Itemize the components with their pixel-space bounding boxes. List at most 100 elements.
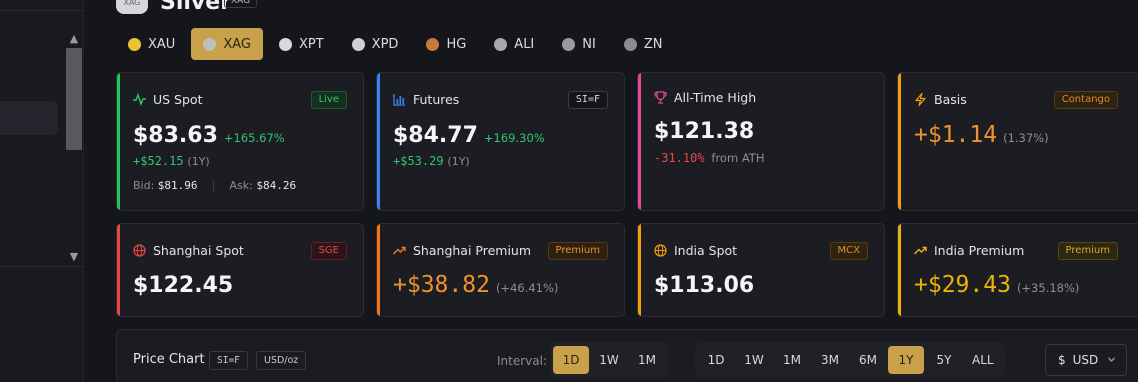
card-title: All-Time High bbox=[674, 90, 757, 105]
range-5y-button[interactable]: 5Y bbox=[926, 346, 962, 374]
range-1y-button[interactable]: 1Y bbox=[888, 346, 924, 374]
card-header: India Premium bbox=[914, 243, 1024, 258]
coin-icon bbox=[562, 37, 576, 51]
card-futures: Futures SI=F $84.77 +169.30% +$53.29 (1Y) bbox=[376, 72, 625, 211]
range-3m-button[interactable]: 3M bbox=[812, 346, 848, 374]
percent-change: +165.67% bbox=[223, 131, 285, 145]
period: (1Y) bbox=[187, 155, 210, 168]
price-value: +$29.43 (+35.18%) bbox=[914, 272, 1079, 298]
range-6m-button[interactable]: 6M bbox=[850, 346, 886, 374]
card-accent bbox=[377, 224, 380, 316]
change-line: +$53.29 (1Y) bbox=[393, 154, 470, 168]
coin-icon bbox=[203, 37, 217, 51]
symbol-badge: XAG bbox=[224, 0, 258, 8]
card-india-spot: India Spot MCX $113.06 bbox=[637, 223, 885, 317]
scroll-up-arrow-icon[interactable]: ▲ bbox=[67, 32, 81, 46]
bar-chart-icon bbox=[393, 93, 406, 106]
interval-label: Interval: bbox=[497, 354, 547, 368]
price: $83.63 bbox=[133, 123, 218, 148]
range-1w-button[interactable]: 1W bbox=[736, 346, 772, 374]
percent-change: (+46.41%) bbox=[495, 281, 559, 295]
tab-ali[interactable]: ALI bbox=[482, 28, 546, 60]
card-accent bbox=[377, 73, 380, 210]
scroll-down-arrow-icon[interactable]: ▼ bbox=[67, 250, 81, 264]
card-us-spot: US Spot Live $83.63 +165.67% +$52.15 (1Y)… bbox=[116, 72, 364, 211]
period: (1Y) bbox=[447, 155, 470, 168]
tab-hg[interactable]: HG bbox=[414, 28, 478, 60]
abs-change: +$52.15 bbox=[133, 154, 184, 168]
tab-xpd[interactable]: XPD bbox=[340, 28, 411, 60]
range-1d-button[interactable]: 1D bbox=[698, 346, 734, 374]
price-value: $83.63 +165.67% bbox=[133, 123, 285, 148]
price: +$1.14 bbox=[914, 122, 998, 148]
card-title: India Spot bbox=[674, 243, 738, 258]
percent-change: (+35.18%) bbox=[1016, 281, 1080, 295]
card-india-premium: India Premium Premium +$29.43 (+35.18%) bbox=[897, 223, 1138, 317]
sidebar: ▲ ▼ bbox=[0, 0, 84, 382]
price-value: $84.77 +169.30% bbox=[393, 123, 545, 148]
card-shanghai-premium: Shanghai Premium Premium +$38.82 (+46.41%… bbox=[376, 223, 625, 317]
tab-xag[interactable]: XAG bbox=[191, 28, 263, 60]
card-title: Futures bbox=[413, 92, 460, 107]
card-accent bbox=[898, 224, 901, 316]
tab-ni[interactable]: NI bbox=[550, 28, 608, 60]
range-1m-button[interactable]: 1M bbox=[774, 346, 810, 374]
price: $121.38 bbox=[654, 119, 755, 144]
coin-icon bbox=[128, 37, 141, 51]
tab-zn[interactable]: ZN bbox=[612, 28, 675, 60]
status-badge: Contango bbox=[1053, 91, 1118, 109]
status-badge: Premium bbox=[1057, 242, 1118, 260]
tab-label: XPD bbox=[371, 36, 399, 52]
globe-icon bbox=[133, 244, 146, 257]
tab-label: XAG bbox=[223, 36, 251, 52]
exchange-badge: MCX bbox=[829, 242, 868, 260]
trending-up-icon bbox=[914, 244, 927, 257]
interval-1d-button[interactable]: 1D bbox=[553, 346, 589, 374]
lightning-icon bbox=[914, 93, 927, 106]
price: $84.77 bbox=[393, 123, 478, 148]
tab-label: HG bbox=[446, 36, 467, 52]
card-accent bbox=[117, 224, 120, 316]
tab-label: ZN bbox=[643, 36, 663, 52]
tab-xpt[interactable]: XPT bbox=[267, 28, 336, 60]
unit-badge: USD/oz bbox=[256, 351, 307, 370]
interval-1m-button[interactable]: 1M bbox=[629, 346, 665, 374]
ticker-badge: SI=F bbox=[567, 91, 608, 109]
interval-1w-button[interactable]: 1W bbox=[591, 346, 627, 374]
percent-change: +169.30% bbox=[483, 131, 545, 145]
coin-icon bbox=[278, 37, 292, 51]
currency-select[interactable]: $ USD bbox=[1045, 344, 1127, 376]
price-chart-title: Price Chart bbox=[133, 352, 205, 367]
price-value: +$1.14 (1.37%) bbox=[914, 122, 1049, 148]
card-accent bbox=[638, 224, 641, 316]
sidebar-item-active[interactable] bbox=[0, 101, 58, 135]
interval-selector: 1D 1W 1M bbox=[550, 342, 668, 378]
scrollbar-thumb[interactable] bbox=[66, 48, 82, 150]
ask-value: $84.26 bbox=[256, 179, 297, 192]
tab-xau[interactable]: XAU bbox=[116, 28, 187, 60]
price: +$29.43 bbox=[914, 272, 1011, 298]
coin-icon bbox=[351, 37, 365, 51]
card-accent bbox=[638, 73, 641, 210]
card-accent bbox=[117, 73, 120, 210]
price: +$38.82 bbox=[393, 272, 490, 298]
change-line: -31.10% from ATH bbox=[654, 151, 764, 165]
change-line: +$52.15 (1Y) bbox=[133, 154, 210, 168]
globe-icon bbox=[654, 244, 667, 257]
coin-icon bbox=[426, 37, 440, 51]
range-all-button[interactable]: ALL bbox=[964, 346, 1002, 374]
ask-label: Ask: bbox=[229, 179, 253, 192]
metal-logo: XAG bbox=[116, 0, 148, 14]
bid-label: Bid: bbox=[133, 179, 155, 192]
card-all-time-high: All-Time High $121.38 -31.10% from ATH bbox=[637, 72, 885, 211]
exchange-badge: SGE bbox=[310, 242, 347, 260]
divider bbox=[213, 181, 215, 191]
card-header: Shanghai Spot bbox=[133, 243, 244, 258]
card-header: Futures bbox=[393, 92, 459, 107]
card-header: All-Time High bbox=[654, 90, 756, 105]
card-header: Basis bbox=[914, 92, 967, 107]
card-header: US Spot bbox=[133, 92, 202, 107]
card-shanghai-spot: Shanghai Spot SGE $122.45 bbox=[116, 223, 364, 317]
price: $122.45 bbox=[133, 273, 234, 298]
activity-icon bbox=[133, 93, 146, 106]
